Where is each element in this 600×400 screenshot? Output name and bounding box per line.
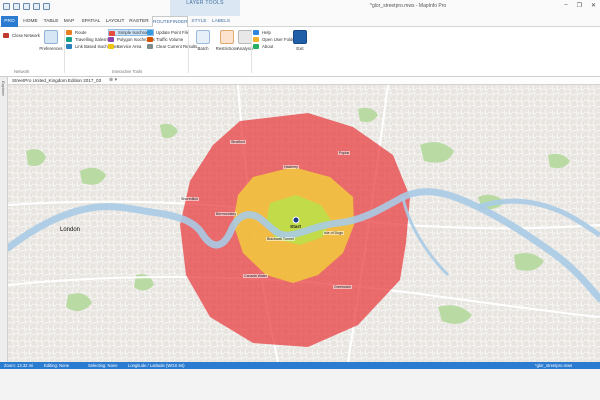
start-label: Start	[290, 225, 301, 230]
preferences-button[interactable]: Preferences	[37, 30, 65, 51]
place-label: Canada Water	[243, 274, 269, 278]
place-label: Shoreditch	[180, 197, 200, 201]
about-button[interactable]: About	[253, 43, 273, 50]
place-label: Blackwall Tunnel	[266, 237, 295, 241]
undo-icon[interactable]	[33, 3, 40, 10]
tab-routefinder[interactable]: ROUTEFINDER	[152, 16, 188, 27]
exit-icon	[293, 30, 307, 44]
ribbon-separator	[64, 29, 65, 73]
ribbon-separator	[251, 29, 252, 73]
context-tab-header: LAYER TOOLS	[170, 0, 240, 16]
new-icon[interactable]	[3, 3, 10, 10]
save-icon[interactable]	[23, 3, 30, 10]
analysis-icon	[238, 30, 252, 44]
interactive-group-label: Interactive Tools	[112, 69, 143, 74]
explorer-strip[interactable]: Explorer	[0, 77, 8, 362]
status-workspace: *glor_streetpro.mws	[535, 363, 573, 368]
ribbon-tabs: PRO HOME TABLE MAP SPATIAL LAYOUT RASTER…	[0, 16, 600, 27]
network-group-label: Network	[14, 69, 30, 74]
place-label: Bermondsey	[215, 212, 238, 216]
tab-pro[interactable]: PRO	[1, 16, 18, 27]
status-bar: Zoom: 13.32 mi Editing: None Selecting: …	[0, 362, 600, 369]
route-button[interactable]: Route	[66, 29, 86, 36]
map-window-title: StreetPro United_Kingdom Edition 2017_03	[12, 78, 102, 83]
tab-spatial[interactable]: SPATIAL	[80, 16, 102, 27]
status-zoom[interactable]: Zoom: 13.32 mi	[4, 362, 33, 369]
exit-button[interactable]: Exit	[290, 30, 310, 51]
place-label: Hackney	[283, 165, 299, 169]
place-label: Poplar	[338, 151, 351, 155]
map-canvas[interactable]: London Start Stratford Hackney Shoreditc…	[8, 85, 600, 362]
preferences-label: Preferences	[39, 46, 63, 51]
map-svg[interactable]	[8, 85, 600, 362]
status-selecting[interactable]: Selecting: None	[88, 362, 118, 369]
exit-label: Exit	[296, 46, 304, 51]
tab-map[interactable]: MAP	[62, 16, 76, 27]
tab-labels[interactable]: LABELS	[210, 16, 232, 27]
preferences-icon	[44, 30, 58, 44]
quick-access-toolbar	[3, 3, 50, 10]
close-button[interactable]: ✕	[591, 2, 596, 9]
map-window-close-button[interactable]: ⊗ ▾	[109, 77, 117, 83]
tab-style[interactable]: STYLE	[189, 16, 209, 27]
place-label: Greenwich	[333, 285, 353, 289]
service-area-button[interactable]: Service Area	[108, 43, 141, 50]
tab-table[interactable]: TABLE	[42, 16, 60, 27]
traffic-volume-button[interactable]: Traffic Volume	[147, 36, 183, 43]
redo-icon[interactable]	[43, 3, 50, 10]
tab-home[interactable]: HOME	[22, 16, 39, 27]
map-window-tab[interactable]: StreetPro United_Kingdom Edition 2017_03…	[8, 77, 600, 85]
start-marker	[292, 216, 300, 224]
close-network-button[interactable]: Close Network	[3, 32, 40, 39]
title-bar: LAYER TOOLS *glor_streetpro.mws - MapInf…	[0, 0, 600, 16]
ribbon: Close Network Preferences Network Route …	[0, 27, 600, 77]
status-editing[interactable]: Editing: None	[44, 362, 69, 369]
batch-icon	[196, 30, 210, 44]
window-controls: – ❐ ✕	[564, 2, 596, 9]
status-projection[interactable]: Longitude / Latitude (WGS 84)	[128, 362, 185, 369]
help-button[interactable]: Help	[253, 29, 271, 36]
mapinfo-window: LAYER TOOLS *glor_streetpro.mws - MapInf…	[0, 0, 600, 400]
city-label: London	[60, 227, 81, 233]
place-label: Isle of Dogs	[323, 231, 344, 235]
batch-label: Batch	[197, 46, 209, 51]
update-point-file-button[interactable]: Update Point File	[147, 29, 189, 36]
explorer-label: Explorer	[1, 81, 6, 96]
minimize-button[interactable]: –	[564, 2, 567, 9]
window-title: *glor_streetpro.mws - MapInfo Pro	[370, 3, 447, 9]
maximize-button[interactable]: ❐	[577, 2, 582, 9]
place-label: Stratford	[230, 140, 246, 144]
open-icon[interactable]	[13, 3, 20, 10]
tab-raster[interactable]: RASTER	[128, 16, 150, 27]
tab-layout[interactable]: LAYOUT	[104, 16, 126, 27]
ribbon-separator	[188, 29, 189, 73]
travelling-salesman-button[interactable]: Travelling Salesman	[66, 36, 114, 43]
restrictions-icon	[220, 30, 234, 44]
